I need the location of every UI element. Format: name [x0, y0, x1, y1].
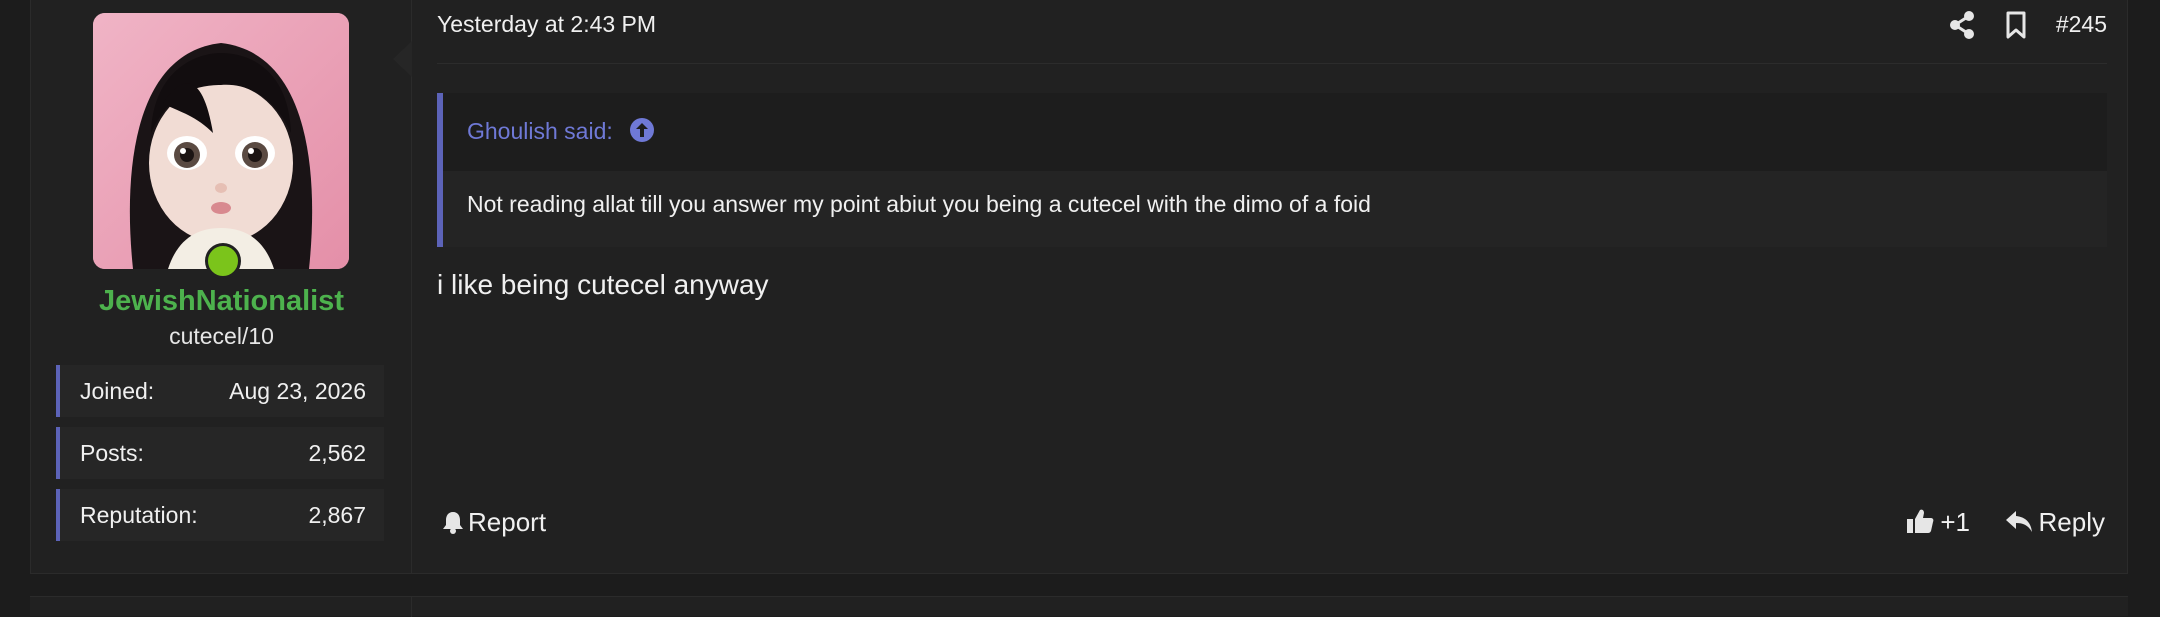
stat-label: Posts:	[80, 440, 144, 466]
quote-block: Ghoulish said: Not reading allat till yo…	[437, 93, 2107, 247]
bookmark-icon[interactable]	[2005, 9, 2027, 41]
header-divider	[437, 63, 2107, 64]
bell-icon	[443, 512, 463, 534]
avatar-container	[93, 13, 349, 279]
arrow-up-circle-icon[interactable]	[629, 117, 655, 149]
report-button[interactable]: Report	[442, 507, 546, 538]
stat-value: Aug 23, 2026	[229, 378, 366, 404]
stat-value: 2,867	[308, 502, 366, 528]
quote-author[interactable]: Ghoulish said:	[467, 118, 613, 144]
username-link[interactable]: JewishNationalist	[31, 285, 412, 318]
user-info-panel: JewishNationalist cutecel/10 Joined: Aug…	[31, 0, 412, 573]
stat-label: Reputation:	[80, 502, 198, 528]
avatar[interactable]	[93, 13, 349, 269]
post-date-link[interactable]: Yesterday at 2:43 PM	[437, 11, 656, 38]
like-button[interactable]: +1	[1906, 507, 1970, 538]
quote-body: Not reading allat till you answer my poi…	[443, 171, 2107, 247]
quote-text: Not reading allat till you answer my poi…	[467, 191, 1371, 217]
stat-joined: Joined: Aug 23, 2026	[56, 365, 384, 417]
message-post: JewishNationalist cutecel/10 Joined: Aug…	[30, 0, 2128, 574]
post-number-link[interactable]: #245	[2056, 11, 2107, 38]
reply-icon	[2005, 511, 2032, 532]
online-status-indicator	[205, 243, 241, 279]
next-post-divider	[411, 597, 412, 617]
reply-label: Reply	[2038, 507, 2105, 537]
stat-posts: Posts: 2,562	[56, 427, 384, 479]
stat-value[interactable]: 2,562	[308, 440, 366, 467]
user-cell-arrow	[393, 41, 412, 77]
thumbs-up-icon	[1907, 509, 1934, 533]
post-content: Yesterday at 2:43 PM #245 Ghoulish said:…	[412, 0, 2127, 573]
user-title: cutecel/10	[169, 323, 274, 349]
like-count: +1	[1940, 507, 1970, 537]
stat-label: Joined:	[80, 378, 155, 404]
share-icon[interactable]	[1949, 9, 1975, 41]
message-text: i like being cutecel anyway	[437, 269, 769, 300]
report-label: Report	[468, 507, 547, 537]
next-post-edge	[30, 596, 2128, 617]
reply-button[interactable]: Reply	[2005, 507, 2105, 538]
quote-header[interactable]: Ghoulish said:	[467, 117, 655, 149]
stat-reputation: Reputation: 2,867	[56, 489, 384, 541]
